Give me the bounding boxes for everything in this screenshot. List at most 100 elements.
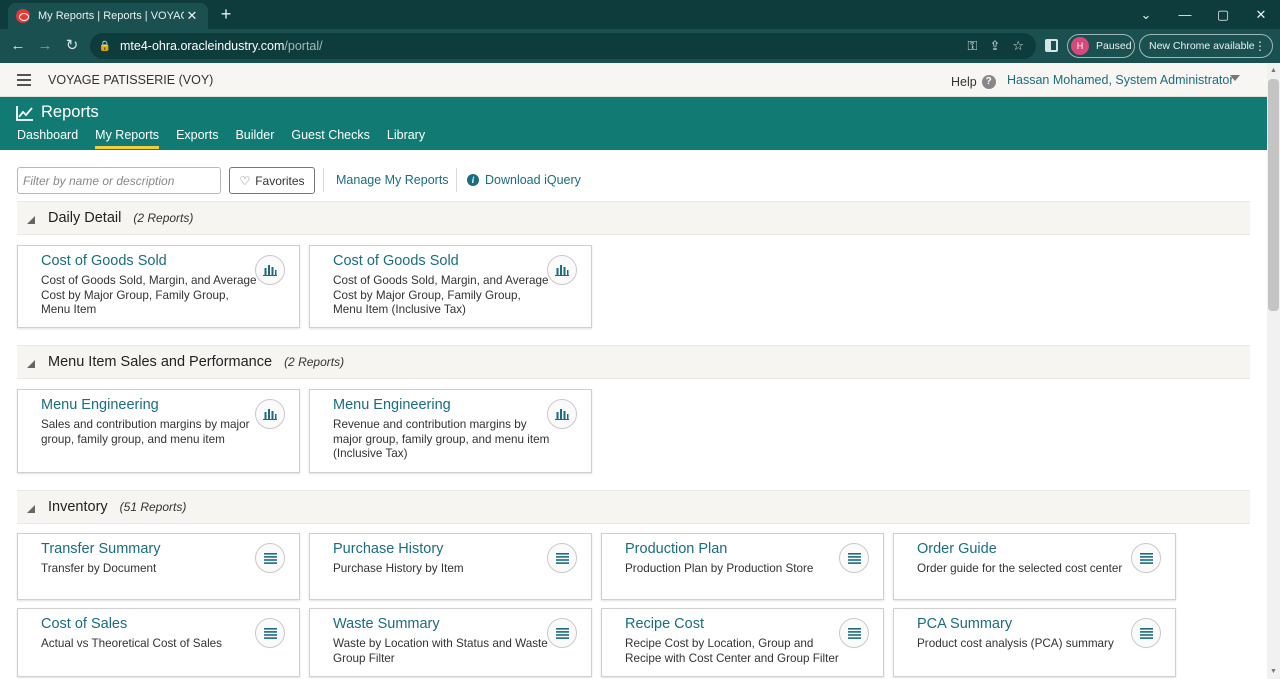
tab-dashboard[interactable]: Dashboard bbox=[17, 128, 78, 146]
report-card[interactable]: Order Guide Order guide for the selected… bbox=[893, 533, 1176, 600]
profile-button[interactable]: H Paused bbox=[1067, 34, 1135, 58]
divider bbox=[323, 168, 324, 192]
new-tab-icon[interactable]: + bbox=[216, 4, 236, 24]
side-panel-icon[interactable] bbox=[1045, 39, 1058, 52]
app-header: VOYAGE PATISSERIE (VOY) Help ? Hassan Mo… bbox=[0, 63, 1267, 97]
report-card[interactable]: Cost of Goods Sold Cost of Goods Sold, M… bbox=[17, 245, 300, 328]
report-card[interactable]: Production Plan Production Plan by Produ… bbox=[601, 533, 884, 600]
module-title: Reports bbox=[41, 103, 99, 121]
list-icon[interactable] bbox=[1131, 543, 1161, 573]
scroll-down-icon[interactable]: ▼ bbox=[1268, 666, 1279, 678]
maximize-icon[interactable]: ▢ bbox=[1203, 0, 1243, 29]
share-icon[interactable]: ⇪ bbox=[989, 38, 1000, 54]
report-description: Transfer by Document bbox=[41, 562, 157, 575]
profile-status: Paused bbox=[1096, 40, 1132, 52]
section-daily-detail[interactable]: Daily Detail (2 Reports) bbox=[17, 201, 1250, 235]
download-iquery-link[interactable]: Download iQuery bbox=[485, 173, 581, 187]
list-icon[interactable] bbox=[255, 543, 285, 573]
lock-icon[interactable]: 🔒 bbox=[98, 41, 112, 52]
help-button[interactable]: Help ? bbox=[951, 75, 996, 89]
url-path: /portal/ bbox=[284, 39, 323, 53]
org-name: VOYAGE PATISSERIE (VOY) bbox=[48, 73, 214, 87]
section-title: Daily Detail bbox=[48, 210, 122, 226]
report-card[interactable]: Menu Engineering Sales and contribution … bbox=[17, 389, 300, 473]
report-description: Sales and contribution margins by major … bbox=[41, 418, 250, 446]
update-chrome-button[interactable]: New Chrome available ⋮ bbox=[1139, 34, 1273, 58]
report-description: Cost of Goods Sold, Margin, and Average … bbox=[333, 274, 549, 317]
report-description: Purchase History by Item bbox=[333, 562, 464, 575]
chart-icon[interactable] bbox=[547, 255, 577, 285]
back-arrow-icon[interactable]: ← bbox=[8, 36, 28, 56]
report-description: Product cost analysis (PCA) summary bbox=[917, 637, 1114, 650]
chart-icon[interactable] bbox=[255, 255, 285, 285]
section-count: (2 Reports) bbox=[284, 355, 345, 369]
report-description: Recipe Cost by Location, Group and Recip… bbox=[625, 637, 839, 665]
user-menu[interactable]: Hassan Mohamed, System Administrator bbox=[1007, 73, 1233, 87]
tab-my-reports[interactable]: My Reports bbox=[95, 128, 159, 149]
update-label: New Chrome available bbox=[1149, 40, 1255, 52]
report-card[interactable]: Transfer Summary Transfer by Document bbox=[17, 533, 300, 600]
chrome-menu-icon[interactable]: ⋮ bbox=[1254, 35, 1266, 57]
list-icon[interactable] bbox=[839, 543, 869, 573]
reports-nav: Reports Dashboard My Reports Exports Bui… bbox=[0, 97, 1267, 150]
report-card[interactable]: Cost of Goods Sold Cost of Goods Sold, M… bbox=[309, 245, 592, 328]
bookmark-star-icon[interactable]: ☆ bbox=[1012, 38, 1024, 54]
key-icon[interactable]: ⚿ bbox=[968, 38, 978, 54]
hamburger-menu-icon[interactable] bbox=[17, 74, 31, 86]
info-icon: i bbox=[467, 174, 479, 186]
browser-tab[interactable]: My Reports | Reports | VOYAGE P ✕ bbox=[8, 3, 208, 29]
collapse-triangle-icon[interactable] bbox=[27, 359, 35, 368]
chart-icon[interactable] bbox=[547, 399, 577, 429]
tab-library[interactable]: Library bbox=[387, 128, 425, 146]
profile-avatar: H bbox=[1071, 37, 1089, 55]
reload-icon[interactable]: ↻ bbox=[62, 36, 82, 56]
list-icon[interactable] bbox=[1131, 618, 1161, 648]
tab-builder[interactable]: Builder bbox=[235, 128, 274, 146]
browser-toolbar: ← → ↻ 🔒 mte4-ohra.oracleindustry.com/por… bbox=[0, 29, 1280, 63]
minimize-icon[interactable]: — bbox=[1165, 0, 1205, 29]
report-card[interactable]: Waste Summary Waste by Location with Sta… bbox=[309, 608, 592, 677]
forward-arrow-icon[interactable]: → bbox=[35, 36, 55, 56]
report-card[interactable]: Recipe Cost Recipe Cost by Location, Gro… bbox=[601, 608, 884, 677]
module-brand: Reports bbox=[16, 103, 99, 122]
report-description: Cost of Goods Sold, Margin, and Average … bbox=[41, 274, 257, 317]
list-icon[interactable] bbox=[547, 543, 577, 573]
report-card[interactable]: PCA Summary Product cost analysis (PCA) … bbox=[893, 608, 1176, 677]
tab-title: My Reports | Reports | VOYAGE P bbox=[38, 10, 184, 22]
report-card[interactable]: Cost of Sales Actual vs Theoretical Cost… bbox=[17, 608, 300, 677]
report-description: Revenue and contribution margins by majo… bbox=[333, 418, 550, 461]
collapse-triangle-icon[interactable] bbox=[27, 215, 35, 224]
scroll-up-icon[interactable]: ▲ bbox=[1268, 65, 1279, 77]
scrollbar-thumb[interactable] bbox=[1268, 79, 1279, 311]
report-card[interactable]: Menu Engineering Revenue and contributio… bbox=[309, 389, 592, 473]
report-description: Actual vs Theoretical Cost of Sales bbox=[41, 637, 223, 650]
section-count: (51 Reports) bbox=[119, 500, 187, 514]
tab-search-chevron-icon[interactable]: ⌄ bbox=[1126, 0, 1166, 29]
caret-down-icon[interactable] bbox=[1230, 75, 1240, 81]
section-inventory[interactable]: Inventory (51 Reports) bbox=[17, 490, 1250, 524]
list-icon[interactable] bbox=[255, 618, 285, 648]
report-card[interactable]: Purchase History Purchase History by Ite… bbox=[309, 533, 592, 600]
window-close-icon[interactable]: ✕ bbox=[1241, 0, 1280, 29]
list-icon[interactable] bbox=[839, 618, 869, 648]
help-question-icon: ? bbox=[981, 75, 996, 89]
heart-icon: ♡ bbox=[239, 173, 251, 188]
section-menu-item-sales[interactable]: Menu Item Sales and Performance (2 Repor… bbox=[17, 345, 1250, 379]
chart-icon[interactable] bbox=[255, 399, 285, 429]
tab-exports[interactable]: Exports bbox=[176, 128, 218, 146]
manage-my-reports-link[interactable]: Manage My Reports bbox=[336, 173, 449, 187]
filter-input[interactable] bbox=[17, 167, 221, 194]
close-tab-icon[interactable]: ✕ bbox=[184, 8, 200, 24]
report-description: Order guide for the selected cost center bbox=[917, 562, 1123, 575]
divider bbox=[456, 168, 457, 192]
help-label: Help bbox=[951, 75, 977, 89]
list-icon[interactable] bbox=[547, 618, 577, 648]
tab-guest-checks[interactable]: Guest Checks bbox=[291, 128, 370, 146]
collapse-triangle-icon[interactable] bbox=[27, 504, 35, 513]
browser-tab-bar: My Reports | Reports | VOYAGE P ✕ + ⌄ — … bbox=[0, 0, 1280, 29]
section-title: Menu Item Sales and Performance bbox=[48, 354, 273, 370]
address-bar[interactable]: 🔒 mte4-ohra.oracleindustry.com/portal/ ⚿… bbox=[90, 33, 1036, 59]
url-host: mte4-ohra.oracleindustry.com bbox=[120, 39, 285, 53]
favorites-button[interactable]: ♡ Favorites bbox=[229, 167, 315, 194]
report-description: Waste by Location with Status and Waste … bbox=[333, 637, 548, 665]
